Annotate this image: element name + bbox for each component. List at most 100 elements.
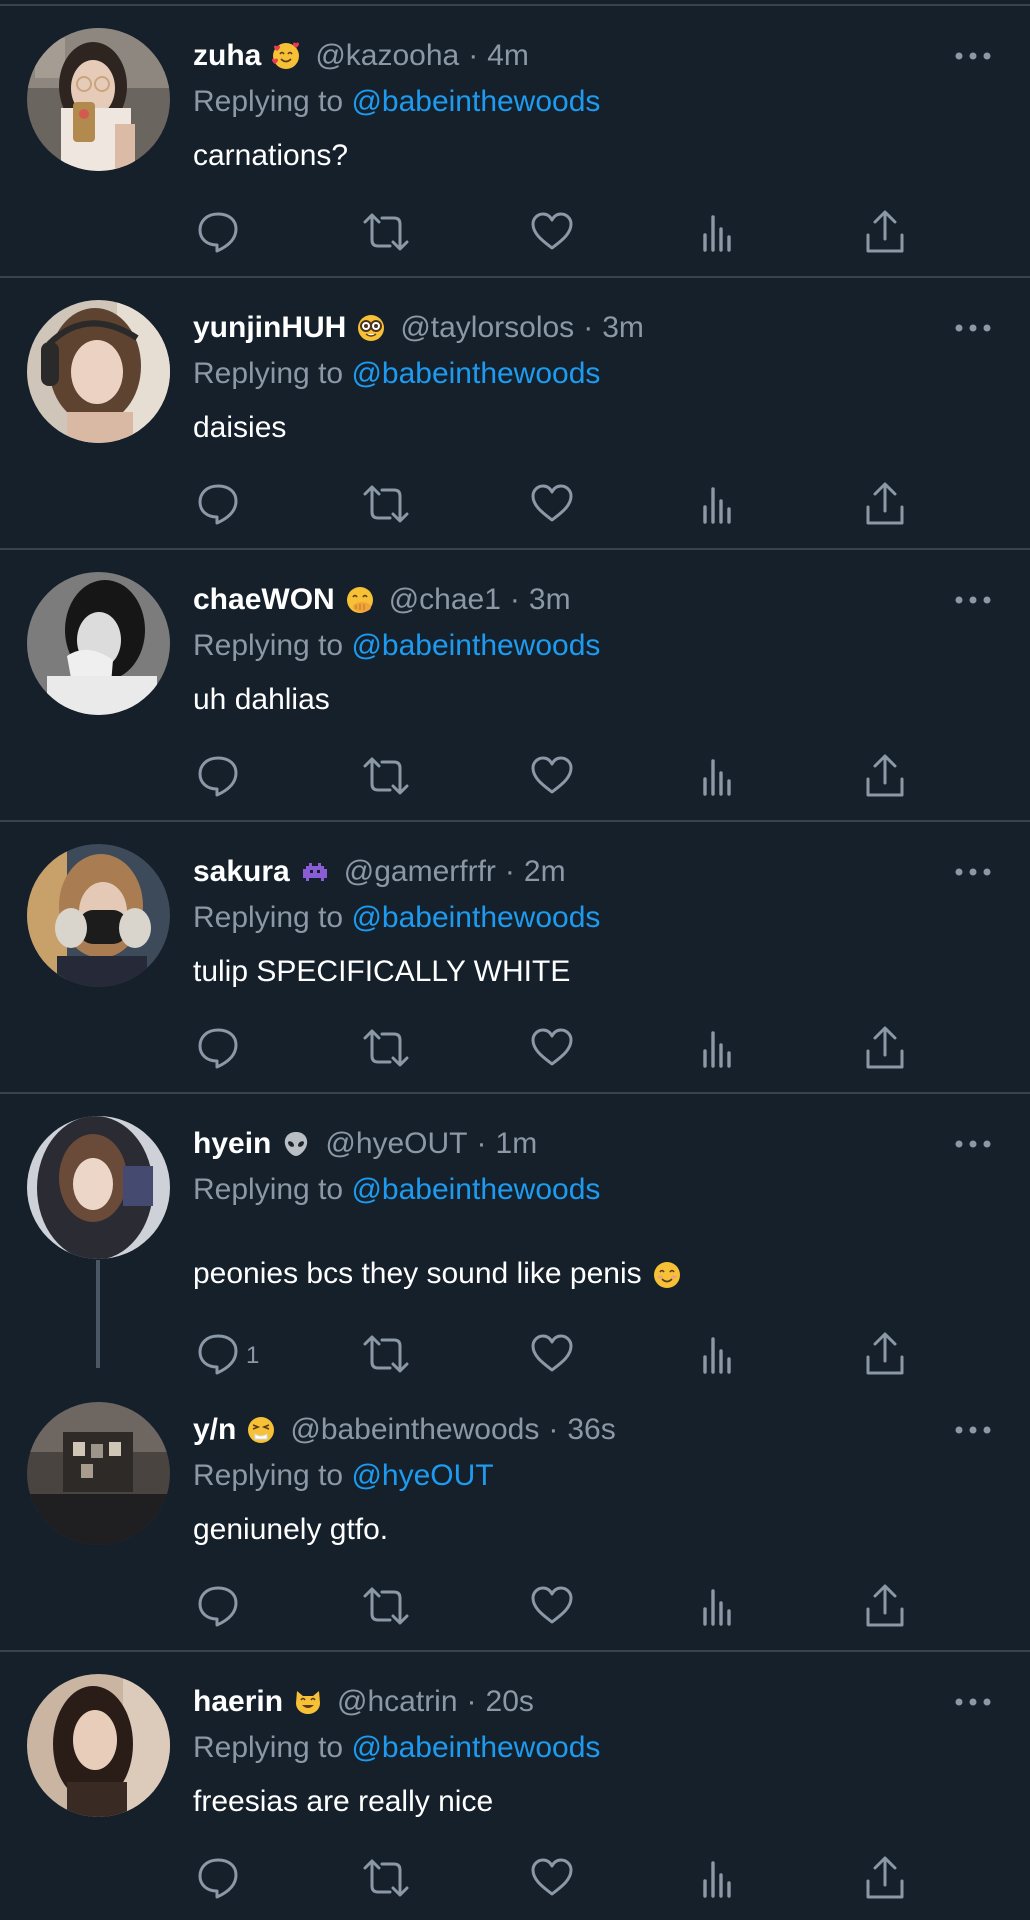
more-dots-icon[interactable] [948, 1410, 998, 1450]
bar-chart-icon[interactable] [693, 1329, 743, 1379]
avatar[interactable] [27, 844, 170, 987]
tweet-text-content: peonies bcs they sound like penis [193, 1257, 642, 1290]
author-line: sakura @gamerfrfr · 2m [193, 850, 566, 894]
bar-chart-icon[interactable] [693, 207, 743, 257]
display-name[interactable]: haerin [193, 1680, 283, 1724]
avatar[interactable] [27, 1116, 170, 1259]
bar-chart-icon[interactable] [693, 751, 743, 801]
share-icon[interactable] [860, 207, 910, 257]
bar-chart-icon[interactable] [693, 1581, 743, 1631]
timestamp[interactable]: 2m [524, 850, 566, 894]
comment-bubble-icon[interactable] [193, 1853, 243, 1903]
replying-to-handle[interactable]: @babeinthewoods [351, 629, 600, 662]
comment-bubble-icon[interactable] [193, 1581, 243, 1631]
timestamp[interactable]: 20s [486, 1680, 534, 1724]
separator-dot: · [583, 311, 594, 344]
replying-to-label: Replying to [193, 1173, 344, 1206]
timestamp[interactable]: 4m [487, 34, 529, 78]
heart-icon[interactable] [527, 1853, 577, 1903]
replying-to-label: Replying to [193, 1459, 344, 1492]
retweet-icon[interactable] [361, 479, 411, 529]
retweet-icon[interactable] [361, 207, 411, 257]
bar-chart-icon[interactable] [693, 479, 743, 529]
bar-chart-icon[interactable] [693, 1853, 743, 1903]
timestamp[interactable]: 3m [602, 306, 644, 350]
avatar[interactable] [27, 572, 170, 715]
display-name[interactable]: hyein [193, 1122, 271, 1166]
more-dots-icon[interactable] [948, 36, 998, 76]
handle[interactable]: @hyeOUT [325, 1122, 467, 1166]
heart-icon[interactable] [527, 479, 577, 529]
avatar[interactable] [27, 1674, 170, 1817]
replying-to-line: Replying to @hyeOUT [193, 1454, 494, 1498]
reply-tweet-hyein[interactable]: hyein @hyeOUT · 1m Replying to @babeinth… [0, 1088, 1030, 1375]
retweet-icon[interactable] [361, 1023, 411, 1073]
display-name[interactable]: chaeWON [193, 578, 335, 622]
comment-bubble-icon[interactable] [193, 751, 243, 801]
heart-icon[interactable] [527, 1329, 577, 1379]
replying-to-handle[interactable]: @babeinthewoods [351, 85, 600, 118]
tweet-text: freesias are really nice [193, 1785, 494, 1818]
comment-bubble-icon[interactable] [193, 1023, 243, 1073]
separator-dot: · [466, 1685, 477, 1718]
retweet-icon[interactable] [361, 1853, 411, 1903]
heart-icon[interactable] [527, 751, 577, 801]
more-dots-icon[interactable] [948, 1682, 998, 1722]
display-name[interactable]: sakura [193, 850, 290, 894]
share-icon[interactable] [860, 479, 910, 529]
share-icon[interactable] [860, 1853, 910, 1903]
replying-to-label: Replying to [193, 1731, 344, 1764]
share-icon[interactable] [860, 1329, 910, 1379]
heart-icon[interactable] [527, 1581, 577, 1631]
avatar[interactable] [27, 300, 170, 443]
tweet-text: tulip SPECIFICALLY WHITE [193, 955, 571, 988]
share-icon[interactable] [860, 1581, 910, 1631]
reply-tweet-zuha[interactable]: zuha @kazooha · 4m Replying to @babeinth… [0, 0, 1030, 272]
bar-chart-icon[interactable] [693, 1023, 743, 1073]
avatar[interactable] [27, 1402, 170, 1545]
retweet-icon[interactable] [361, 1581, 411, 1631]
replying-to-label: Replying to [193, 901, 344, 934]
timestamp[interactable]: 3m [529, 578, 571, 622]
more-dots-icon[interactable] [948, 580, 998, 620]
replying-to-label: Replying to [193, 85, 344, 118]
more-dots-icon[interactable] [948, 308, 998, 348]
reply-tweet-yunjinhuh[interactable]: yunjinHUH @taylorsolos · 3m Replying to … [0, 272, 1030, 544]
share-icon[interactable] [860, 751, 910, 801]
reply-tweet-sakura[interactable]: sakura @gamerfrfr · 2m Replying to @babe… [0, 816, 1030, 1088]
timestamp[interactable]: 1m [496, 1122, 538, 1166]
display-name[interactable]: y/n [193, 1408, 236, 1452]
handle[interactable]: @babeinthewoods [290, 1408, 539, 1452]
face-with-hand-over-mouth-emoji [345, 585, 375, 615]
display-name[interactable]: yunjinHUH [193, 306, 346, 350]
separator-dot: · [468, 39, 479, 72]
share-icon[interactable] [860, 1023, 910, 1073]
handle[interactable]: @kazooha [315, 34, 459, 78]
replying-to-handle[interactable]: @babeinthewoods [351, 901, 600, 934]
reply-tweet-yn[interactable]: y/n @babeinthewoods · 36s Replying to @h… [0, 1374, 1030, 1646]
handle[interactable]: @hcatrin [337, 1680, 458, 1724]
more-dots-icon[interactable] [948, 1124, 998, 1164]
comment-bubble-icon[interactable] [193, 207, 243, 257]
more-dots-icon[interactable] [948, 852, 998, 892]
heart-icon[interactable] [527, 207, 577, 257]
replying-to-handle[interactable]: @babeinthewoods [351, 357, 600, 390]
handle[interactable]: @taylorsolos [400, 306, 574, 350]
alien-emoji [281, 1129, 311, 1159]
reply-tweet-haerin[interactable]: haerin @hcatrin · 20s Replying to @babei… [0, 1646, 1030, 1918]
timestamp[interactable]: 36s [567, 1408, 615, 1452]
avatar[interactable] [27, 28, 170, 171]
comment-bubble-icon[interactable] [193, 479, 243, 529]
heart-icon[interactable] [527, 1023, 577, 1073]
replying-to-handle[interactable]: @hyeOUT [351, 1459, 493, 1492]
reply-tweet-chaewon[interactable]: chaeWON @chae1 · 3m Replying to @babeint… [0, 544, 1030, 816]
retweet-icon[interactable] [361, 751, 411, 801]
comment-bubble-icon[interactable] [193, 1329, 243, 1379]
replying-to-handle[interactable]: @babeinthewoods [351, 1731, 600, 1764]
handle[interactable]: @chae1 [389, 578, 501, 622]
display-name[interactable]: zuha [193, 34, 261, 78]
replying-to-label: Replying to [193, 629, 344, 662]
retweet-icon[interactable] [361, 1329, 411, 1379]
handle[interactable]: @gamerfrfr [344, 850, 496, 894]
replying-to-handle[interactable]: @babeinthewoods [351, 1173, 600, 1206]
